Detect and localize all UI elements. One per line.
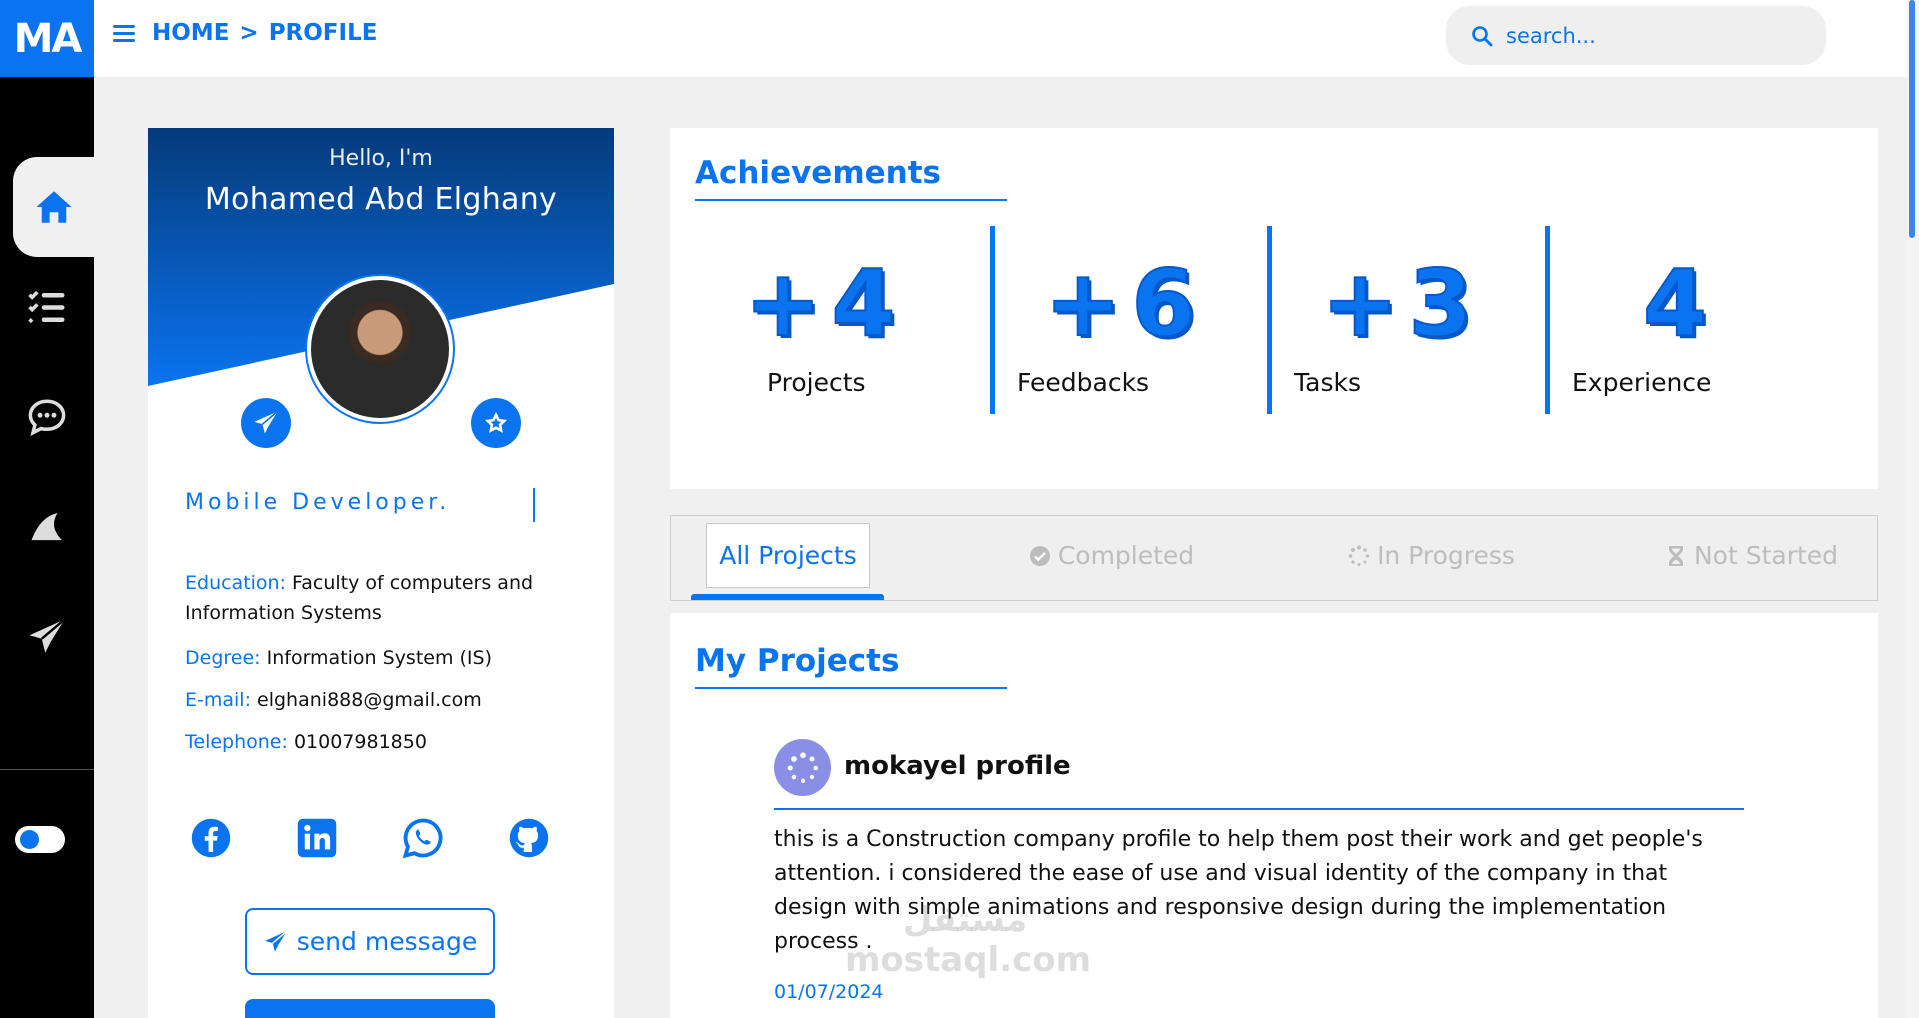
tab-label: All Projects [719, 541, 857, 570]
send-message-label: send message [296, 927, 478, 956]
breadcrumb-separator: > [239, 20, 259, 46]
chat-icon [28, 399, 66, 437]
watermark-arabic: مستقل [902, 900, 1028, 940]
telephone-row: Telephone: 01007981850 [185, 727, 585, 757]
github-icon[interactable] [508, 817, 550, 859]
education-label: Education: [185, 572, 286, 594]
breadcrumb-home[interactable]: HOME [152, 20, 229, 46]
sidebar-divider [0, 769, 94, 770]
stat-label: Tasks [1294, 368, 1361, 397]
project-filter-tabs: All Projects Completed In Progress Not S… [670, 515, 1878, 601]
email-value[interactable]: elghani888@gmail.com [257, 689, 482, 711]
sidebar-item-home[interactable] [13, 157, 94, 257]
watermark-latin: mostaql.com [845, 940, 1092, 980]
tab-completed[interactable]: Completed [1011, 523, 1211, 588]
telephone-label: Telephone: [185, 731, 288, 753]
paper-plane-icon [264, 930, 288, 952]
my-projects-underline [695, 687, 1007, 689]
achievements-title: Achievements [695, 155, 941, 191]
breadcrumb-current: PROFILE [268, 20, 378, 46]
tab-label: Completed [1057, 541, 1195, 570]
degree-row: Degree: Information System (IS) [185, 643, 585, 673]
avatar-photo [311, 280, 449, 418]
project-name: mokayel profile [844, 751, 1071, 781]
profile-card: Hello, I'm Mohamed Abd Elghany Mobile De… [148, 128, 614, 1018]
send-message-button[interactable]: send message [245, 908, 495, 975]
email-row: E-mail: elghani888@gmail.com [185, 685, 585, 715]
profile-name: Mohamed Abd Elghany [204, 182, 558, 217]
sidebar [0, 77, 94, 1018]
my-projects-title: My Projects [695, 643, 900, 679]
theme-toggle[interactable] [15, 826, 65, 853]
stat-value: +4 [743, 249, 906, 358]
achievements-panel: Achievements +4 Projects +6 Feedbacks +3… [670, 128, 1878, 489]
stat-value: +3 [1320, 249, 1483, 358]
achievements-underline [695, 199, 1007, 201]
project-divider [774, 808, 1744, 810]
project-date: 01/07/2024 [774, 981, 884, 1003]
search-bar [1446, 6, 1826, 65]
task-list-icon [28, 290, 65, 324]
stat-label: Feedbacks [1017, 368, 1150, 397]
paper-plane-icon [29, 618, 66, 653]
avatar [305, 274, 455, 424]
watermark: مستقل mostaql.com [845, 900, 1092, 980]
sidebar-item-chat[interactable] [0, 367, 94, 467]
scrollbar-thumb[interactable] [1909, 0, 1915, 238]
stat-value: 4 [1642, 249, 1717, 358]
tab-all-projects[interactable]: All Projects [706, 523, 870, 588]
email-label: E-mail: [185, 689, 251, 711]
stat-experience: 4 Experience [1545, 226, 1815, 414]
top-bar: MA HOME > PROFILE [0, 0, 1919, 77]
logo[interactable]: MA [0, 0, 94, 77]
linkedin-icon[interactable] [296, 817, 338, 859]
secondary-action-button[interactable] [245, 999, 495, 1018]
stat-tasks: +3 Tasks [1267, 226, 1537, 414]
telephone-value[interactable]: 01007981850 [294, 731, 427, 753]
spinner-icon [1348, 545, 1370, 566]
typing-caret [533, 488, 535, 522]
stat-projects: +4 Projects [690, 226, 960, 414]
hamburger-menu-icon[interactable] [113, 25, 135, 43]
page-scrollbar[interactable] [1907, 0, 1919, 1018]
breadcrumb: HOME > PROFILE [152, 20, 377, 46]
shark-fin-icon [31, 513, 63, 542]
profile-role: Mobile Developer. [185, 490, 451, 515]
profile-greeting: Hello, I'm [329, 146, 433, 171]
tab-label: Not Started [1693, 541, 1839, 570]
stat-label: Experience [1572, 368, 1712, 397]
home-icon [36, 191, 71, 223]
stat-feedbacks: +6 Feedbacks [990, 226, 1260, 414]
theme-toggle-icon [20, 830, 39, 849]
whatsapp-icon[interactable] [402, 817, 444, 859]
paper-plane-icon [254, 410, 279, 434]
tab-label: In Progress [1377, 541, 1515, 570]
sidebar-item-send[interactable] [0, 587, 94, 687]
search-icon [1472, 25, 1493, 46]
favorite-button[interactable] [471, 398, 521, 448]
sidebar-item-shark[interactable] [0, 477, 94, 577]
facebook-icon[interactable] [190, 817, 232, 859]
telegram-button[interactable] [241, 398, 291, 448]
spinner-icon [774, 739, 831, 796]
education-row: Education: Faculty of computers and Info… [185, 568, 585, 628]
search-input[interactable] [1506, 23, 1786, 48]
star-icon [484, 411, 508, 433]
degree-label: Degree: [185, 647, 261, 669]
tab-not-started[interactable]: Not Started [1651, 523, 1851, 588]
check-circle-icon [1029, 545, 1050, 566]
tab-in-progress[interactable]: In Progress [1331, 523, 1531, 588]
hourglass-icon [1668, 545, 1683, 566]
stat-value: +6 [1043, 249, 1206, 358]
active-tab-indicator [691, 594, 884, 600]
sidebar-item-tasks[interactable] [0, 257, 94, 357]
degree-value: Information System (IS) [266, 647, 493, 669]
stat-label: Projects [767, 368, 866, 397]
